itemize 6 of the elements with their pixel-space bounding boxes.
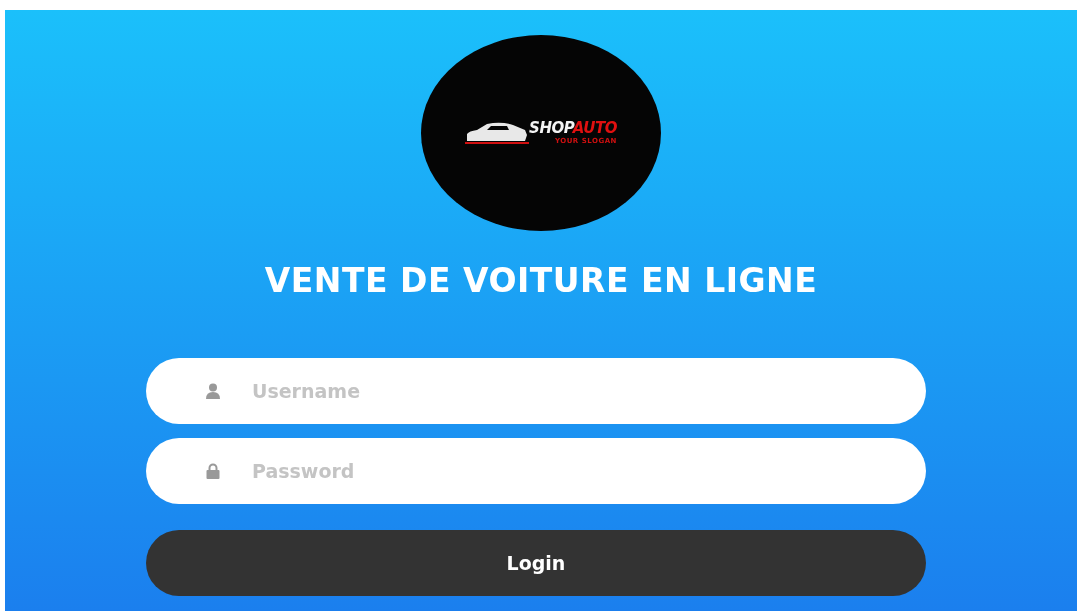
login-button[interactable]: Login — [146, 530, 926, 596]
car-icon — [465, 121, 530, 145]
input-field[interactable]: Username — [146, 358, 926, 424]
input-field[interactable]: Password — [146, 438, 926, 504]
logo-text: SHOPAUTO — [529, 121, 617, 136]
page-title: VENTE DE VOITURE EN LIGNE — [264, 261, 818, 300]
